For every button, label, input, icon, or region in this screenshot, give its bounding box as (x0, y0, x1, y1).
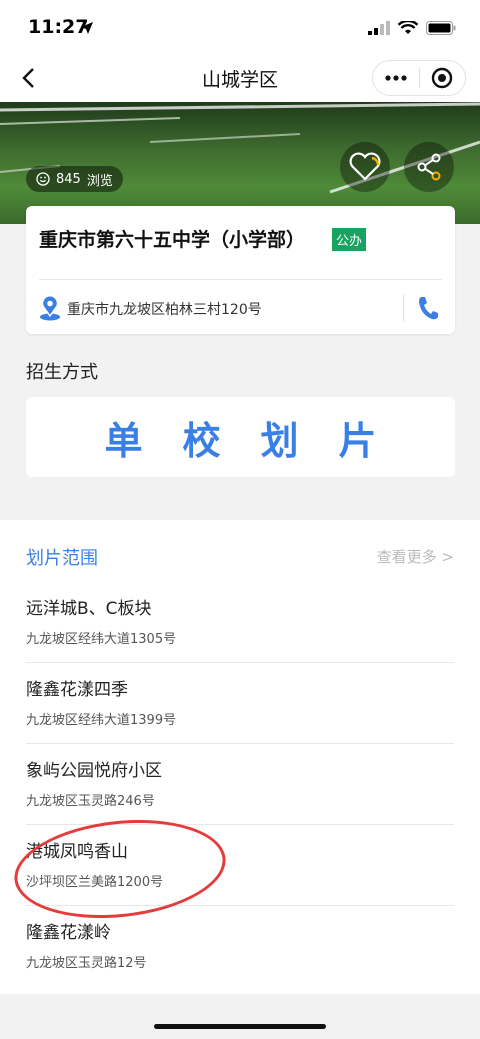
community-address: 九龙坡区玉灵路246号 (26, 794, 155, 809)
view-label: 浏览 (86, 173, 113, 189)
view-count: 845 (56, 171, 81, 187)
community-name: 隆鑫花漾四季 (26, 680, 128, 700)
mini-program-capsule (372, 60, 466, 96)
zone-list-panel: 划片范围 查看更多 > 远洋城B、C板块 九龙坡区经纬大道1305号 隆鑫花漾四… (0, 520, 480, 994)
enrollment-method-card: 单校划片 (26, 397, 455, 477)
location-arrow-icon (80, 20, 94, 39)
community-address: 九龙坡区玉灵路12号 (26, 956, 147, 971)
share-button[interactable] (404, 142, 454, 192)
close-mini-program-button[interactable] (419, 61, 465, 95)
enrollment-method: 单校划片 (104, 418, 417, 463)
card-divider (39, 279, 442, 280)
status-bar: 11:27 (0, 0, 480, 56)
list-item[interactable]: 象屿公园悦府小区 九龙坡区玉灵路246号 (26, 744, 454, 825)
more-button[interactable] (373, 61, 419, 95)
signal-icon (368, 20, 390, 39)
wifi-icon (397, 19, 419, 39)
community-name: 隆鑫花漾岭 (26, 923, 111, 943)
school-name: 重庆市第六十五中学（小学部） (39, 229, 306, 251)
battery-icon (426, 20, 456, 39)
community-address: 沙坪坝区兰美路1200号 (26, 875, 164, 890)
school-address[interactable]: 重庆市九龙坡区柏林三村120号 (67, 299, 262, 319)
community-name: 港城凤鸣香山 (26, 842, 128, 862)
enrollment-section-title: 招生方式 (26, 362, 98, 383)
community-address: 九龙坡区经纬大道1305号 (26, 632, 177, 647)
view-more-link[interactable]: 查看更多 > (377, 546, 454, 567)
address-divider (403, 295, 404, 321)
community-name: 象屿公园悦府小区 (26, 761, 162, 781)
smiley-icon (36, 172, 50, 186)
zone-section-title: 划片范围 (26, 548, 98, 569)
location-pin-icon (38, 295, 62, 321)
phone-call-button[interactable] (416, 295, 440, 321)
favorite-button[interactable] (340, 142, 390, 192)
community-name: 远洋城B、C板块 (26, 599, 152, 619)
phone-icon (419, 297, 438, 320)
list-item[interactable]: 远洋城B、C板块 九龙坡区经纬大道1305号 (26, 582, 454, 663)
nav-bar: 山城学区 (0, 56, 480, 102)
list-item[interactable]: 港城凤鸣香山 沙坪坝区兰美路1200号 (26, 825, 454, 906)
community-address: 九龙坡区经纬大道1399号 (26, 713, 177, 728)
home-indicator[interactable] (154, 1024, 326, 1029)
school-type-badge: 公办 (332, 228, 367, 251)
share-icon (417, 153, 441, 181)
target-circle-icon (432, 67, 453, 89)
heart-icon (349, 152, 381, 181)
list-item[interactable]: 隆鑫花漾岭 九龙坡区玉灵路12号 (26, 906, 454, 987)
view-count-badge: 845 浏览 (26, 166, 123, 192)
school-info-card: 重庆市第六十五中学（小学部） 公办 重庆市九龙坡区柏林三村120号 (26, 206, 455, 334)
more-dots-icon (385, 75, 407, 81)
list-item[interactable]: 隆鑫花漾四季 九龙坡区经纬大道1399号 (26, 663, 454, 744)
